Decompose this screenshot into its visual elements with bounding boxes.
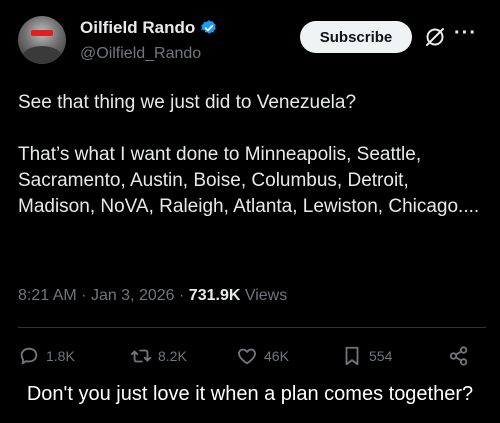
reply-button[interactable]: 1.8K xyxy=(18,345,75,367)
bookmark-count: 554 xyxy=(369,348,393,364)
post-meta: 8:21 AM · Jan 3, 2026 · 731.9K Views xyxy=(18,287,287,305)
avatar-figure xyxy=(22,46,62,64)
caption: Don't you just love it when a plan comes… xyxy=(26,383,474,405)
reply-icon xyxy=(20,347,38,365)
post-text: See that thing we just did to Venezuela?… xyxy=(18,92,480,217)
repost-icon xyxy=(130,349,152,363)
divider xyxy=(18,327,486,328)
meta-separator: · xyxy=(81,287,91,304)
post-header: Oilfield Rando @Oilfield_Rando Subscribe… xyxy=(18,16,484,72)
repost-button[interactable]: 8.2K xyxy=(130,345,187,367)
bookmark-icon xyxy=(345,346,359,366)
share-icon xyxy=(449,346,468,366)
bookmark-button[interactable]: 554 xyxy=(341,345,392,367)
more-icon[interactable]: ··· xyxy=(454,22,477,45)
share-button[interactable] xyxy=(448,345,470,367)
views-label: Views xyxy=(244,287,288,304)
author-handle[interactable]: @Oilfield_Rando xyxy=(80,45,201,63)
like-button[interactable]: 46K xyxy=(236,345,289,367)
views-count: 731.9K xyxy=(188,287,241,304)
like-count: 46K xyxy=(264,348,289,364)
like-icon xyxy=(238,348,256,365)
author-display-name[interactable]: Oilfield Rando xyxy=(80,18,195,38)
meta-separator: · xyxy=(179,287,189,304)
avatar[interactable] xyxy=(18,16,66,64)
post-time[interactable]: 8:21 AM xyxy=(18,287,77,304)
avatar-laser-eyes xyxy=(31,30,53,36)
grok-icon[interactable] xyxy=(423,25,447,49)
post-date[interactable]: Jan 3, 2026 xyxy=(91,287,175,304)
verified-badge-icon[interactable] xyxy=(200,19,218,37)
reply-count: 1.8K xyxy=(46,348,75,364)
author-name-row[interactable]: Oilfield Rando xyxy=(80,18,218,38)
subscribe-button[interactable]: Subscribe xyxy=(300,21,412,53)
action-bar: 1.8K 8.2K 46K 554 xyxy=(18,345,486,371)
repost-count: 8.2K xyxy=(158,348,187,364)
